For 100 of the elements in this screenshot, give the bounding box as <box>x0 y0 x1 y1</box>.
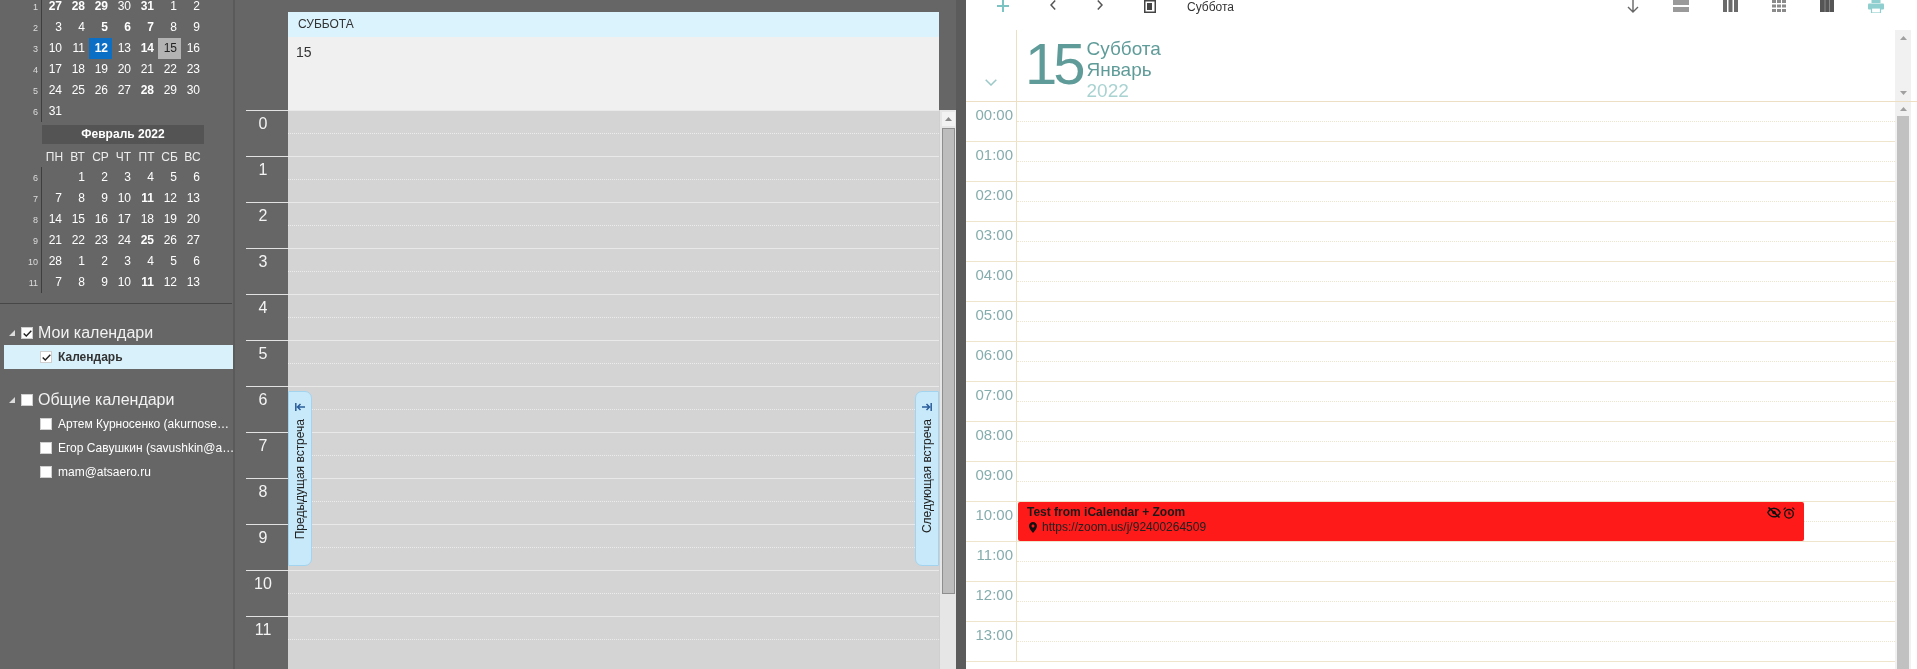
calendar-day[interactable]: 10 <box>112 188 135 209</box>
calendar-day[interactable]: 12 <box>89 38 112 59</box>
calendar-day[interactable]: 17 <box>112 209 135 230</box>
calendar-day[interactable]: 9 <box>181 17 204 38</box>
chevron-right-icon[interactable] <box>1097 0 1103 10</box>
arrow-down-icon[interactable] <box>1627 0 1639 13</box>
calendar-day[interactable]: 12 <box>158 188 181 209</box>
scrollbar-thumb[interactable] <box>941 128 955 594</box>
checkbox[interactable] <box>21 327 33 339</box>
calendar-day[interactable]: 29 <box>89 0 112 17</box>
calendar-day[interactable]: 13 <box>181 272 204 293</box>
calendar-day[interactable]: 27 <box>181 230 204 251</box>
calendar-day[interactable]: 8 <box>158 17 181 38</box>
calendar-day[interactable]: 13 <box>181 188 204 209</box>
calendar-day[interactable]: 26 <box>158 230 181 251</box>
calendar-day[interactable]: 26 <box>89 80 112 101</box>
checkbox[interactable] <box>40 351 52 363</box>
calendar-day[interactable]: 8 <box>66 188 89 209</box>
calendar-day[interactable]: 5 <box>158 251 181 272</box>
calendar-day[interactable]: 23 <box>181 59 204 80</box>
next-appointment-tab[interactable]: Следующая встреча <box>915 391 939 566</box>
calendar-day[interactable]: 7 <box>43 188 66 209</box>
calendar-item[interactable]: Календарь <box>4 345 233 369</box>
calendar-day[interactable]: 19 <box>89 59 112 80</box>
scrollbar-thumb[interactable] <box>1897 116 1909 669</box>
calendar-day[interactable]: 22 <box>158 59 181 80</box>
calendar-day[interactable]: 20 <box>181 209 204 230</box>
calendar-day[interactable]: 12 <box>158 272 181 293</box>
calendar-day[interactable]: 25 <box>135 230 158 251</box>
columns-icon[interactable] <box>1723 0 1738 12</box>
calendar-day[interactable]: 20 <box>112 59 135 80</box>
calendar-group[interactable]: Общие календари <box>0 388 233 412</box>
checkbox[interactable] <box>40 466 52 478</box>
grid-icon[interactable] <box>1772 0 1786 12</box>
calendar-day[interactable]: 18 <box>66 59 89 80</box>
calendar-day[interactable]: 21 <box>135 59 158 80</box>
calendar-day[interactable]: 22 <box>66 230 89 251</box>
scroll-up-button[interactable] <box>941 112 955 126</box>
triangle-up-icon[interactable] <box>1899 107 1907 111</box>
calendar-day[interactable]: 3 <box>112 167 135 188</box>
calendar-day[interactable]: 13 <box>112 38 135 59</box>
columns-icon[interactable] <box>1820 0 1834 12</box>
calendar-item[interactable]: Артем Курносенко (akurnose… <box>4 412 233 436</box>
triangle-icon[interactable] <box>9 330 15 336</box>
calendar-day[interactable]: 9 <box>89 272 112 293</box>
calendar-day[interactable]: 16 <box>181 38 204 59</box>
chevron-down-icon[interactable] <box>985 79 997 86</box>
calendar-day[interactable]: 18 <box>135 209 158 230</box>
calendar-item[interactable]: Егор Савушкин (savushkin@a… <box>4 436 233 460</box>
calendar-day[interactable]: 1 <box>66 167 89 188</box>
calendar-day[interactable]: 15 <box>158 38 181 59</box>
calendar-day[interactable]: 27 <box>43 0 66 17</box>
scrollbar[interactable] <box>1895 30 1911 101</box>
calendar-day[interactable]: 7 <box>135 17 158 38</box>
calendar-day[interactable]: 2 <box>181 0 204 17</box>
scrollbar[interactable] <box>939 110 956 669</box>
calendar-day[interactable]: 11 <box>135 188 158 209</box>
calendar-day[interactable]: 21 <box>43 230 66 251</box>
calendar-day[interactable]: 4 <box>135 251 158 272</box>
calendar-day[interactable]: 14 <box>135 38 158 59</box>
triangle-up-icon[interactable] <box>1899 36 1907 40</box>
calendar-day[interactable]: 28 <box>135 80 158 101</box>
calendar-day[interactable]: 10 <box>43 38 66 59</box>
calendar-day[interactable]: 6 <box>181 251 204 272</box>
calendar-day[interactable]: 28 <box>43 251 66 272</box>
calendar-day[interactable]: 6 <box>112 17 135 38</box>
scrollbar[interactable] <box>1895 102 1911 669</box>
calendar-day[interactable]: 5 <box>89 17 112 38</box>
calendar-day[interactable]: 17 <box>43 59 66 80</box>
calendar-day[interactable]: 16 <box>89 209 112 230</box>
calendar-item[interactable]: mam@atsaero.ru <box>4 460 233 484</box>
calendar-day[interactable]: 19 <box>158 209 181 230</box>
checkbox[interactable] <box>40 418 52 430</box>
calendar-day[interactable]: 25 <box>66 80 89 101</box>
calendar-day[interactable]: 9 <box>89 188 112 209</box>
calendar-day[interactable]: 14 <box>43 209 66 230</box>
checkbox[interactable] <box>21 394 33 406</box>
checkbox[interactable] <box>40 442 52 454</box>
calendar-event[interactable]: Test from iCalendar + Zoom https://zoom.us/j/92400264509 <box>1018 502 1804 541</box>
calendar-day[interactable]: 6 <box>181 167 204 188</box>
calendar-day[interactable]: 8 <box>66 272 89 293</box>
calendar-day[interactable]: 28 <box>66 0 89 17</box>
calendar-day[interactable]: 29 <box>158 80 181 101</box>
calendar-day[interactable]: 11 <box>135 272 158 293</box>
square-icon[interactable] <box>1144 0 1156 13</box>
calendar-day[interactable]: 1 <box>66 251 89 272</box>
calendar-day[interactable]: 1 <box>158 0 181 17</box>
chevron-left-icon[interactable] <box>1050 0 1056 10</box>
calendar-day[interactable]: 7 <box>43 272 66 293</box>
calendar-day[interactable]: 4 <box>66 17 89 38</box>
calendar-day[interactable]: 30 <box>181 80 204 101</box>
triangle-down-icon[interactable] <box>1899 91 1907 95</box>
rows-icon[interactable] <box>1673 0 1689 12</box>
calendar-day[interactable]: 15 <box>66 209 89 230</box>
printer-icon[interactable] <box>1868 0 1884 13</box>
plus-icon[interactable] <box>997 0 1009 12</box>
calendar-day[interactable]: 31 <box>43 101 66 122</box>
calendar-day[interactable]: 5 <box>158 167 181 188</box>
calendar-day[interactable]: 24 <box>43 80 66 101</box>
calendar-day[interactable]: 30 <box>112 0 135 17</box>
